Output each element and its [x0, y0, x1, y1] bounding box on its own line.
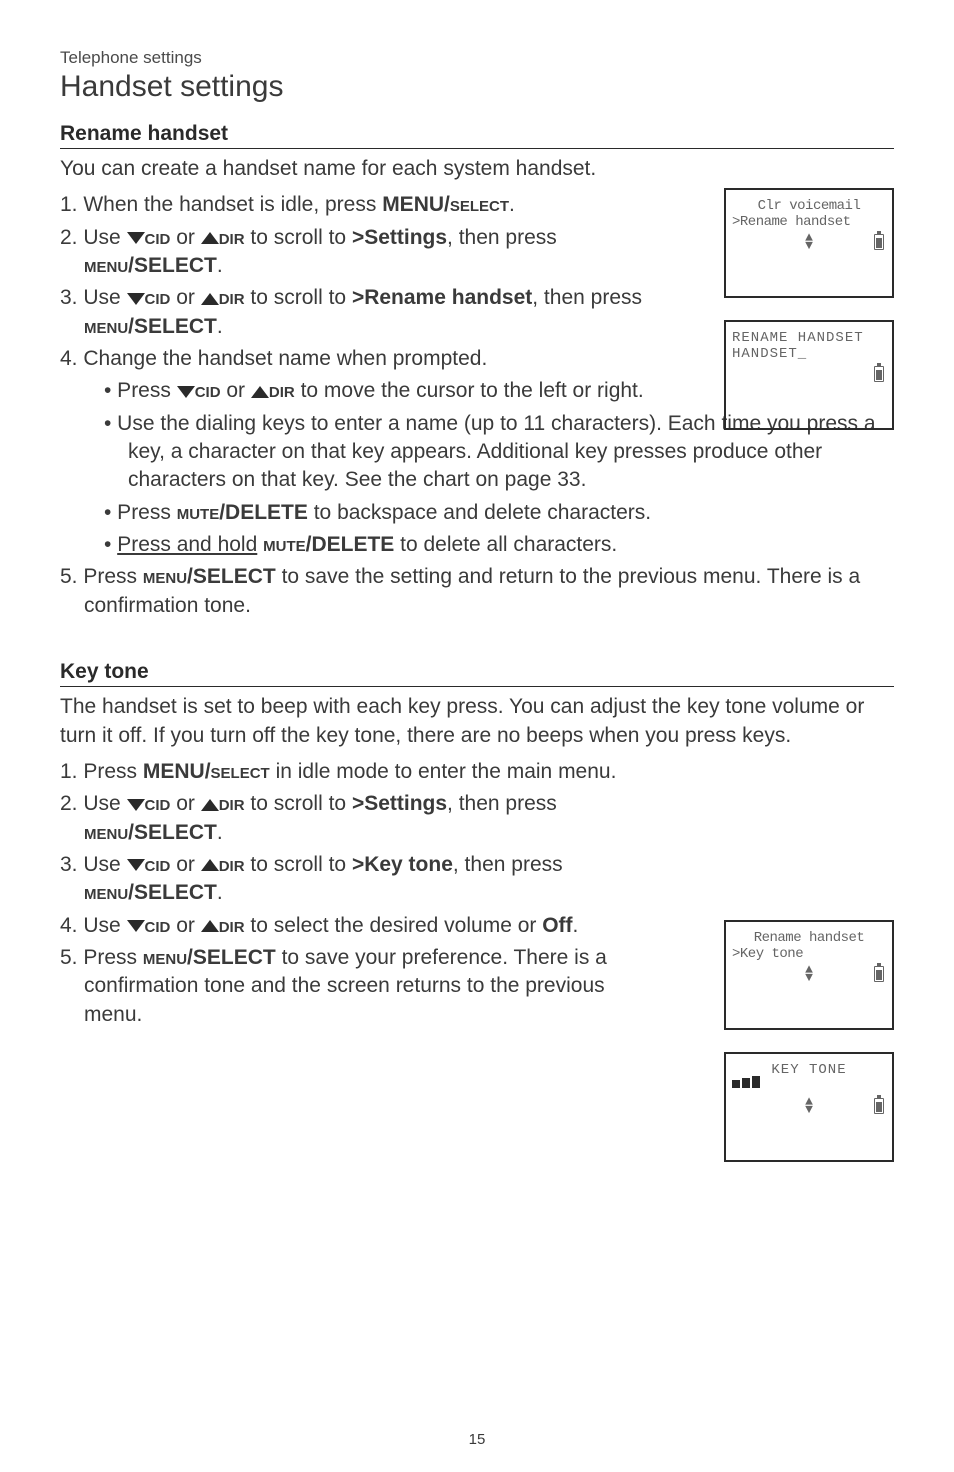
up-arrow-icon: [251, 386, 269, 398]
battery-icon: [874, 1098, 884, 1114]
up-arrow-icon: [201, 799, 219, 811]
down-arrow-icon: [127, 293, 145, 305]
rename-step-2: 2. Use cid or dir to scroll to >Settings…: [60, 224, 660, 281]
up-arrow-icon: [201, 920, 219, 932]
lcd-screen-keytone-menu: Rename handset >Key tone ▲▼: [724, 920, 894, 1030]
keytone-step-3: 3. Use cid or dir to scroll to >Key tone…: [60, 851, 660, 908]
rename-step-4: 4. Change the handset name when prompted…: [60, 345, 660, 373]
down-arrow-icon: [127, 799, 145, 811]
down-arrow-icon: [127, 920, 145, 932]
up-arrow-icon: [201, 859, 219, 871]
battery-icon: [874, 234, 884, 250]
down-arrow-icon: [127, 232, 145, 244]
rename-sub-3: • Press mute/DELETE to backspace and del…: [60, 499, 890, 527]
header-title: Handset settings: [60, 70, 894, 104]
header-context: Telephone settings: [60, 48, 894, 68]
lcd-screen-keytone-volume: KEY TONE ▲▼: [724, 1052, 894, 1162]
updown-icon: ▲▼: [805, 1098, 813, 1115]
keytone-step-4: 4. Use cid or dir to select the desired …: [60, 912, 660, 940]
keytone-step-1: 1. Press MENU/select in idle mode to ent…: [60, 758, 660, 786]
volume-bars-icon: [732, 1076, 760, 1088]
rename-heading: Rename handset: [60, 122, 894, 149]
keytone-heading: Key tone: [60, 660, 894, 687]
rename-step-1: 1. When the handset is idle, press MENU/…: [60, 191, 660, 219]
down-arrow-icon: [177, 386, 195, 398]
rename-step-3: 3. Use cid or dir to scroll to >Rename h…: [60, 284, 660, 341]
rename-sub-1: • Press cid or dir to move the cursor to…: [60, 377, 660, 405]
rename-sub-4: • Press and hold mute/DELETE to delete a…: [60, 531, 890, 559]
rename-step-5: 5. Press menu/SELECT to save the setting…: [60, 563, 880, 620]
down-arrow-icon: [127, 859, 145, 871]
battery-icon: [874, 366, 884, 382]
lcd-screen-rename-edit: RENAME HANDSET HANDSET_: [724, 320, 894, 430]
rename-intro: You can create a handset name for each s…: [60, 155, 894, 183]
keytone-step-5: 5. Press menu/SELECT to save your prefer…: [60, 944, 660, 1029]
up-arrow-icon: [201, 293, 219, 305]
updown-icon: ▲▼: [805, 234, 813, 251]
keytone-step-2: 2. Use cid or dir to scroll to >Settings…: [60, 790, 660, 847]
lcd-screen-rename-menu: Clr voicemail >Rename handset ▲▼: [724, 188, 894, 298]
up-arrow-icon: [201, 232, 219, 244]
keytone-intro: The handset is set to beep with each key…: [60, 693, 890, 750]
page-number: 15: [469, 1431, 486, 1448]
battery-icon: [874, 966, 884, 982]
updown-icon: ▲▼: [805, 966, 813, 983]
